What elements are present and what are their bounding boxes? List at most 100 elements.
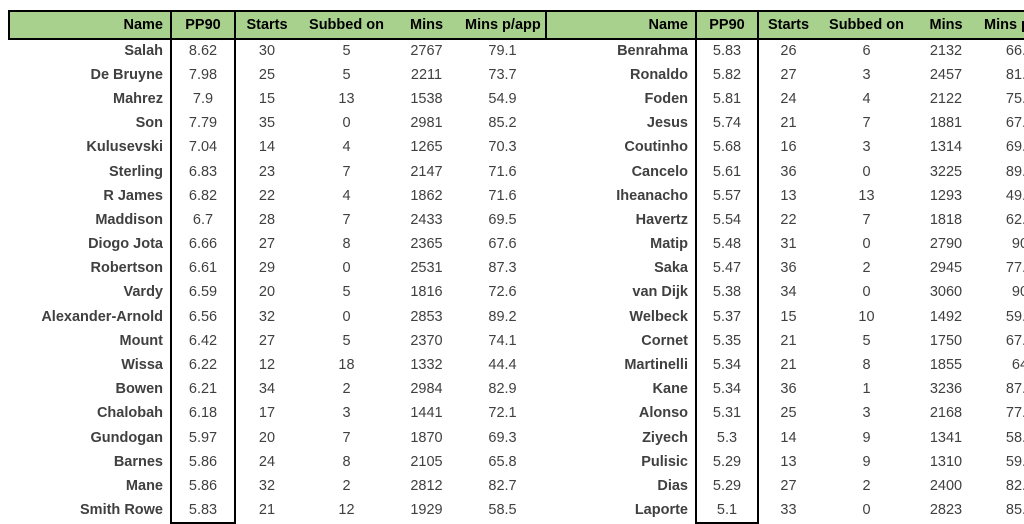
column-header-starts[interactable]: Starts xyxy=(758,10,818,40)
cell-pp90: 7.79 xyxy=(170,111,236,136)
cell-player-name: Salah xyxy=(9,39,171,64)
cell-player-name: Mount xyxy=(9,329,171,354)
cell-player-name: Matip xyxy=(546,232,696,257)
cell-subbed-on: 13 xyxy=(298,87,395,112)
cell-pp90: 6.66 xyxy=(170,232,236,257)
table-row[interactable]: Son 7.79 35 0 2981 85.2 xyxy=(9,111,547,136)
column-header-starts[interactable]: Starts xyxy=(235,10,298,40)
table-row[interactable]: Barnes 5.86 24 8 2105 65.8 xyxy=(9,450,547,475)
cell-mins: 2168 xyxy=(915,401,977,426)
cell-mins-per-app: 82.7 xyxy=(458,474,547,499)
table-row[interactable]: Havertz5.54227181862.7 xyxy=(546,208,1024,233)
cell-mins: 2531 xyxy=(395,256,458,281)
table-row[interactable]: Cornet5.35215175067.3 xyxy=(546,329,1024,354)
column-header-mins[interactable]: Mins xyxy=(395,10,458,40)
table-row[interactable]: van Dijk5.38340306090 xyxy=(546,280,1024,306)
table-row[interactable]: Smith Rowe 5.83 21 12 1929 58.5 xyxy=(9,498,547,524)
cell-mins-per-app: 62.7 xyxy=(977,208,1024,233)
column-header-pp90[interactable]: PP90 xyxy=(170,10,236,40)
table-row[interactable]: Vardy 6.59 20 5 1816 72.6 xyxy=(9,280,547,306)
table-row[interactable]: Saka5.47362294577.5 xyxy=(546,256,1024,281)
table-row[interactable]: Pulisic5.29139131059.5 xyxy=(546,450,1024,475)
table-row[interactable]: Alexander-Arnold 6.56 32 0 2853 89.2 xyxy=(9,305,547,330)
cell-subbed-on: 10 xyxy=(818,305,915,330)
table-row[interactable]: Diogo Jota 6.66 27 8 2365 67.6 xyxy=(9,232,547,257)
cell-subbed-on: 0 xyxy=(818,498,915,523)
cell-pp90: 5.54 xyxy=(695,208,759,233)
table-row[interactable]: Wissa 6.22 12 18 1332 44.4 xyxy=(9,353,547,378)
table-row[interactable]: Foden5.81244212275.8 xyxy=(546,87,1024,112)
cell-pp90: 5.29 xyxy=(695,450,759,475)
table-row[interactable]: Martinelli5.34218185564 xyxy=(546,353,1024,378)
cell-starts: 34 xyxy=(758,280,818,306)
table-row[interactable]: Salah 8.62 30 5 2767 79.1 xyxy=(9,39,547,64)
table-row[interactable]: Kane5.34361323687.5 xyxy=(546,377,1024,402)
table-row[interactable]: Robertson 6.61 29 0 2531 87.3 xyxy=(9,256,547,281)
cell-pp90: 5.38 xyxy=(695,280,759,306)
cell-pp90: 6.61 xyxy=(170,256,236,281)
table-row[interactable]: Coutinho5.68163131469.2 xyxy=(546,135,1024,160)
cell-player-name: Son xyxy=(9,111,171,136)
table-row[interactable]: Sterling 6.83 23 7 2147 71.6 xyxy=(9,159,547,185)
table-row[interactable]: Mount 6.42 27 5 2370 74.1 xyxy=(9,329,547,354)
column-header-mins-per-app[interactable]: Mins p/app xyxy=(977,10,1024,40)
cell-mins-per-app: 59.7 xyxy=(977,305,1024,330)
cell-mins: 1750 xyxy=(915,329,977,354)
cell-player-name: Martinelli xyxy=(546,353,696,378)
column-header-subbed-on[interactable]: Subbed on xyxy=(818,10,915,40)
table-row[interactable]: Ziyech5.3149134158.3 xyxy=(546,426,1024,451)
table-row[interactable]: Ronaldo5.82273245781.9 xyxy=(546,63,1024,88)
cell-starts: 24 xyxy=(758,87,818,112)
cell-subbed-on: 5 xyxy=(298,39,395,64)
cell-starts: 28 xyxy=(235,208,298,233)
cell-mins-per-app: 70.3 xyxy=(458,135,547,160)
column-header-mins-per-app[interactable]: Mins p/app xyxy=(458,10,548,40)
cell-player-name: Diogo Jota xyxy=(9,232,171,257)
table-row[interactable]: Benrahma5.83266213266.6 xyxy=(546,39,1024,64)
column-header-pp90[interactable]: PP90 xyxy=(695,10,759,40)
table-row[interactable]: Welbeck5.371510149259.7 xyxy=(546,305,1024,330)
cell-player-name: Coutinho xyxy=(546,135,696,160)
column-header-mins[interactable]: Mins xyxy=(915,10,977,40)
cell-starts: 27 xyxy=(235,329,298,354)
cell-player-name: Sterling xyxy=(9,159,171,185)
table-row[interactable]: De Bruyne 7.98 25 5 2211 73.7 xyxy=(9,63,547,88)
cell-starts: 35 xyxy=(235,111,298,136)
table-row[interactable]: Alonso5.31253216877.4 xyxy=(546,401,1024,426)
table-row[interactable]: Bowen 6.21 34 2 2984 82.9 xyxy=(9,377,547,402)
cell-mins-per-app: 82.9 xyxy=(458,377,547,402)
table-row[interactable]: Mane 5.86 32 2 2812 82.7 xyxy=(9,474,547,499)
cell-starts: 27 xyxy=(758,63,818,88)
cell-subbed-on: 9 xyxy=(818,426,915,451)
cell-pp90: 5.68 xyxy=(695,135,759,160)
cell-subbed-on: 8 xyxy=(298,450,395,475)
cell-mins-per-app: 66.6 xyxy=(977,39,1024,64)
cell-subbed-on: 4 xyxy=(298,184,395,209)
table-row[interactable]: Iheanacho5.571313129349.7 xyxy=(546,184,1024,209)
table-row[interactable]: Dias5.29272240082.8 xyxy=(546,474,1024,499)
cell-starts: 12 xyxy=(235,353,298,378)
table-row[interactable]: Matip5.48310279090 xyxy=(546,232,1024,257)
table-row[interactable]: Cancelo5.61360322589.6 xyxy=(546,159,1024,185)
table-row[interactable]: Jesus5.74217188167.2 xyxy=(546,111,1024,136)
cell-mins: 3060 xyxy=(915,280,977,306)
table-row[interactable]: Chalobah 6.18 17 3 1441 72.1 xyxy=(9,401,547,426)
table-row[interactable]: Laporte5.1330282385.5 xyxy=(546,498,1024,524)
cell-player-name: van Dijk xyxy=(546,280,696,306)
column-header-subbed-on[interactable]: Subbed on xyxy=(298,10,395,40)
table-body-left: Salah 8.62 30 5 2767 79.1 De Bruyne 7.98 25 5 2211… xyxy=(9,39,547,524)
cell-mins: 1332 xyxy=(395,353,458,378)
column-header-name[interactable]: Name xyxy=(8,10,171,40)
table-row[interactable]: Kulusevski 7.04 14 4 1265 70.3 xyxy=(9,135,547,160)
table-row[interactable]: Maddison 6.7 28 7 2433 69.5 xyxy=(9,208,547,233)
cell-starts: 25 xyxy=(235,63,298,88)
cell-pp90: 7.04 xyxy=(170,135,236,160)
table-row[interactable]: R James 6.82 22 4 1862 71.6 xyxy=(9,184,547,209)
table-row[interactable]: Gundogan 5.97 20 7 1870 69.3 xyxy=(9,426,547,451)
cell-starts: 20 xyxy=(235,280,298,306)
cell-pp90: 6.83 xyxy=(170,159,236,185)
table-row[interactable]: Mahrez 7.9 15 13 1538 54.9 xyxy=(9,87,547,112)
column-header-name[interactable]: Name xyxy=(545,10,696,40)
cell-player-name: Robertson xyxy=(9,256,171,281)
cell-mins: 2853 xyxy=(395,305,458,330)
